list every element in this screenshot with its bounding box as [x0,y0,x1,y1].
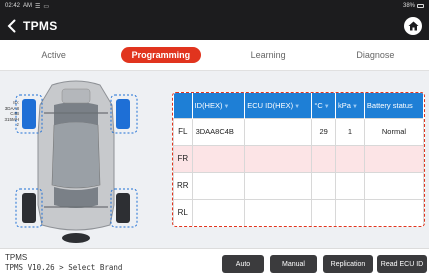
tab-learning[interactable]: Learning [215,47,322,63]
car-rear-window [54,187,98,208]
app-root: 02:42 AM ☰ ▭ 38% TPMS Active Programming… [0,0,429,278]
tire-rl [22,193,36,223]
table-header-ecu-id[interactable]: ECU ID(HEX)▼ [244,93,313,118]
row-battery [363,171,424,200]
row-battery: Normal [363,117,424,146]
sort-arrow-icon: ▼ [351,103,358,110]
table-header-row: ID(HEX)▼ ECU ID(HEX)▼ °C▼ kPa▼ Battery s… [173,93,424,118]
home-button[interactable] [404,17,422,35]
breadcrumb: TPMS TPMS V10.26 > Select Brand [5,253,122,273]
tab-diagnose-label: Diagnose [356,50,395,60]
table-header-position [173,93,193,118]
row-battery [363,144,424,173]
header-id-label: ID(HEX) [194,100,223,110]
table-row-fl[interactable]: FL 3DAA8C4B 29 1 Normal [173,117,424,146]
sort-arrow-icon: ▼ [294,103,301,110]
row-kpa [335,198,365,226]
home-icon [408,21,418,31]
row-temp [311,198,336,226]
row-temp: 29 [311,117,336,146]
battery-level: 38% [402,3,415,9]
row-position: FR [173,144,193,173]
row-position: RL [173,198,193,226]
status-bar: 02:42 AM ☰ ▭ 38% [0,0,429,12]
tire-fl [22,99,36,129]
header-battery-label: Battery status [366,100,413,110]
tab-diagnose[interactable]: Diagnose [322,47,429,63]
header-kpa-label: kPa [338,100,351,110]
table-row-rl[interactable]: RL [173,198,424,226]
sort-arrow-icon: ▼ [323,103,330,110]
bottom-bar: TPMS TPMS V10.26 > Select Brand Auto Man… [0,248,429,278]
wifi-icon: ☰ [35,3,41,10]
breadcrumb-path: TPMS V10.26 > Select Brand [5,263,123,272]
tab-programming-label: Programming [120,47,202,63]
replication-button[interactable]: Replication [323,255,373,273]
row-kpa [335,144,365,173]
tab-learning-label: Learning [250,50,286,60]
page-title: TPMS [23,19,58,33]
row-kpa: 1 [335,117,365,146]
tire-spare [62,233,90,243]
row-battery [363,198,424,226]
row-temp [311,144,336,173]
header-temp-label: °C [314,100,323,110]
manual-button[interactable]: Manual [270,255,317,273]
row-id [191,144,246,173]
row-ecu-id [244,117,313,146]
table-header-id[interactable]: ID(HEX)▼ [192,93,246,118]
vci-icon: ▭ [43,3,50,10]
tab-bar: Active Programming Learning Diagnose [0,40,429,70]
row-kpa [335,171,365,200]
breadcrumb-title: TPMS [5,253,28,262]
tab-programming[interactable]: Programming [107,47,214,63]
table-header-temp[interactable]: °C▼ [311,93,336,118]
row-position: FL [173,117,193,146]
row-ecu-id [244,144,313,173]
battery-icon [417,4,424,8]
header-ecu-label: ECU ID(HEX) [247,100,294,110]
row-position: RR [173,171,193,200]
row-id [191,198,246,226]
tab-active[interactable]: Active [0,47,107,63]
table-header-kpa[interactable]: kPa▼ [335,93,365,118]
tire-fr [116,99,130,129]
table-row-fr[interactable]: FR [173,144,424,173]
car-diagram [15,80,138,243]
sort-arrow-icon: ▼ [223,103,230,110]
tire-rr [116,193,130,223]
row-id: 3DAA8C4B [191,117,246,146]
row-id [191,171,246,200]
row-ecu-id [244,198,313,226]
read-ecu-id-button[interactable]: Read ECU ID [377,255,427,273]
tpms-table: ID(HEX)▼ ECU ID(HEX)▼ °C▼ kPa▼ Battery s… [173,93,424,226]
app-header: TPMS [0,12,429,40]
car-roof [51,121,101,189]
table-row-rr[interactable]: RR [173,171,424,200]
tpms-table-container: ID(HEX)▼ ECU ID(HEX)▼ °C▼ kPa▼ Battery s… [172,92,425,227]
tab-active-label: Active [41,50,66,60]
row-ecu-id [244,171,313,200]
status-time: 02:42 [5,3,21,9]
row-temp [311,171,336,200]
table-header-battery: Battery status [364,93,424,118]
auto-button[interactable]: Auto [222,255,264,273]
back-arrow-icon[interactable] [7,16,19,36]
status-ampm: AM [23,3,33,9]
main-content: ID: 3DAA8 C4B 315MH z ID(HEX)▼ ECU ID(HE… [0,71,429,248]
car-engine [61,88,91,104]
